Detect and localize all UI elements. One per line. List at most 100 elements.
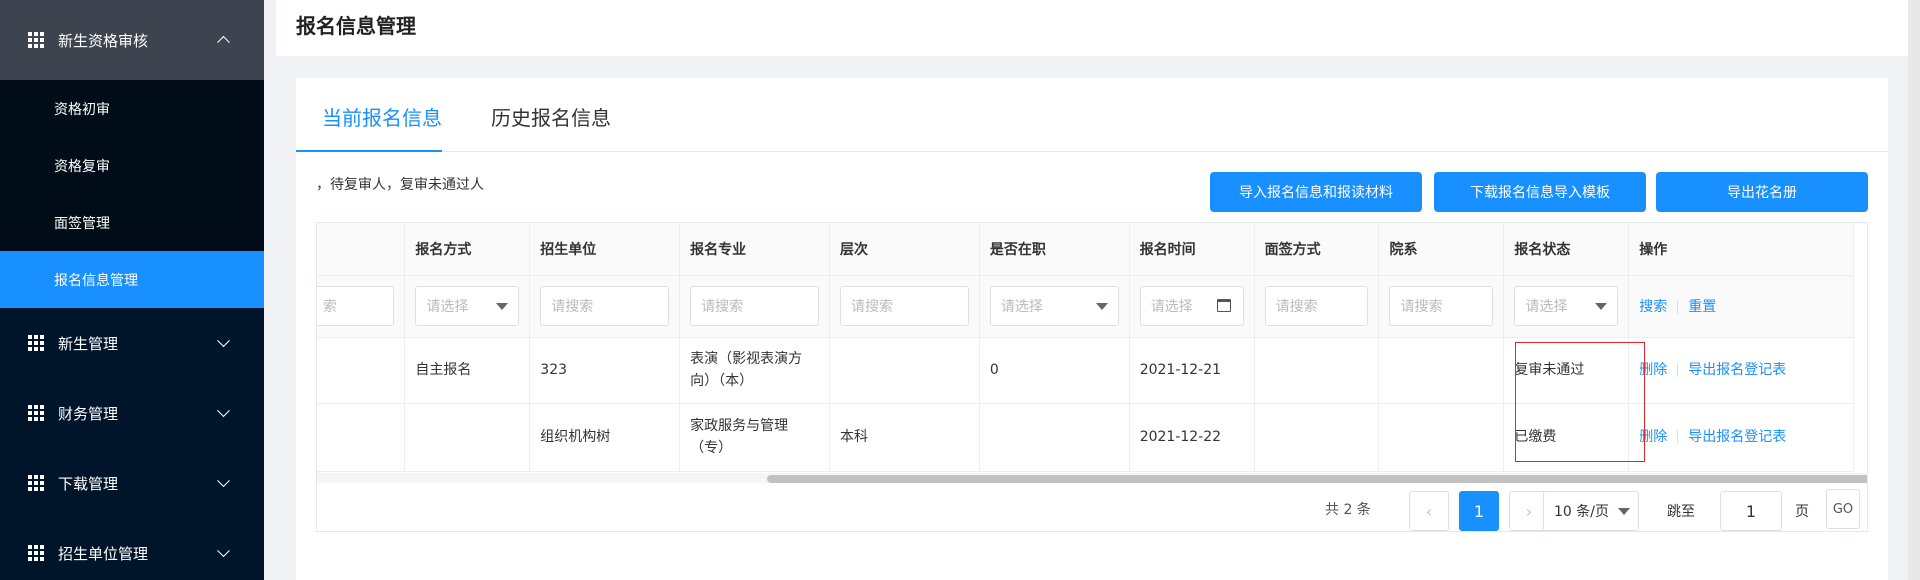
column-header-method: 报名方式 [404, 223, 531, 276]
method-cell [404, 403, 531, 472]
caret-down-icon [1595, 303, 1608, 310]
sidebar-item-label: 面签管理 [54, 215, 110, 232]
dept-cell [1378, 337, 1505, 404]
page-header: 报名信息管理 [276, 0, 1908, 56]
menu-group-label: 新生资格审核 [58, 31, 149, 50]
delete-link[interactable]: 删除 [1639, 362, 1667, 378]
filter-row: 索 请选择 请搜索 请搜索 请搜索 请选择 请选择 请搜索 请搜索 请选择 搜索… [317, 275, 1854, 338]
reset-link[interactable]: 重置 [1688, 299, 1716, 315]
download-template-button[interactable]: 下载报名信息导入模板 [1434, 172, 1646, 212]
prev-page-button[interactable]: ‹ [1409, 491, 1449, 531]
page-size-select[interactable]: 10 条/页 [1543, 491, 1639, 531]
major-cell: 表演（影视表演方向）（本） [679, 337, 830, 404]
table-row: 自主报名 323 表演（影视表演方向）（本） 0 2021-12-21 复审未通… [317, 337, 1854, 404]
sidebar: 新生资格审核 资格初审 资格复审 面签管理 报名信息管理 新生管理 财务管理 下… [0, 0, 264, 580]
unit-search-input[interactable]: 请搜索 [540, 286, 670, 326]
column-header-actions: 操作 [1628, 223, 1854, 276]
column-header-unit: 招生单位 [529, 223, 681, 276]
grid-icon [28, 545, 44, 561]
jump-label: 跳至 [1667, 504, 1695, 520]
sidebar-item-student-management[interactable]: 新生管理 [0, 308, 264, 378]
unit-cell: 组织机构树 [529, 403, 681, 472]
tab-active-indicator [296, 150, 442, 152]
major-search-input[interactable]: 请搜索 [690, 286, 819, 326]
grid-icon [28, 335, 44, 351]
jump-page-input[interactable]: 1 [1720, 491, 1782, 531]
interview-search-input[interactable]: 请搜索 [1264, 286, 1369, 326]
menu-group-new-student-review[interactable]: 新生资格审核 [0, 0, 264, 80]
export-roster-button[interactable]: 导出花名册 [1656, 172, 1868, 212]
select-placeholder: 请选择 [1525, 299, 1568, 315]
caret-down-icon [1618, 508, 1630, 515]
go-button[interactable]: GO [1826, 489, 1860, 529]
column-header-time: 报名时间 [1129, 223, 1255, 276]
column-header-dept: 院系 [1378, 223, 1505, 276]
chevron-down-icon [217, 334, 230, 348]
status-select[interactable]: 请选择 [1514, 286, 1619, 326]
column-header-major: 报名专业 [679, 223, 830, 276]
sidebar-item-registration-info[interactable]: 报名信息管理 [0, 251, 264, 308]
registration-table: 报名方式 招生单位 报名专业 层次 是否在职 报名时间 面签方式 院系 报名状态… [316, 222, 1868, 532]
chevron-down-icon [217, 544, 230, 558]
page-size-value: 10 条/页 [1554, 504, 1609, 520]
actions-cell: 删除 导出报名登记表 [1628, 403, 1854, 472]
horizontal-scrollbar[interactable] [317, 473, 1867, 483]
total-count: 共 2 条 [1325, 502, 1371, 518]
tab-current-registration[interactable]: 当前报名信息 [322, 102, 442, 131]
grid-icon [28, 32, 44, 48]
divider [1677, 300, 1679, 314]
export-form-link[interactable]: 导出报名登记表 [1688, 429, 1786, 445]
sidebar-item-label: 下载管理 [58, 474, 119, 493]
calendar-icon [1216, 299, 1231, 312]
sidebar-item-label: 财务管理 [58, 404, 119, 423]
sidebar-item-label: 资格复审 [54, 158, 110, 175]
level-cell [829, 337, 980, 404]
review-note: ，待复审人，复审未通过人 [316, 177, 484, 193]
pagination: 共 2 条 ‹ 1 › 10 条/页 跳至 1 页 GO [317, 483, 1867, 531]
level-cell: 本科 [829, 403, 980, 472]
employed-cell: 0 [979, 337, 1130, 404]
sidebar-item-interview[interactable]: 面签管理 [0, 194, 264, 251]
partial-search-input[interactable]: 索 [317, 286, 395, 326]
chevron-down-icon [217, 404, 230, 418]
level-search-input[interactable]: 请搜索 [840, 286, 969, 326]
time-cell: 2021-12-22 [1129, 403, 1255, 472]
sidebar-item-enrollment-unit[interactable]: 招生单位管理 [0, 518, 264, 580]
hidden-cell [317, 337, 406, 404]
page-1-button[interactable]: 1 [1459, 491, 1499, 531]
import-registration-button[interactable]: 导入报名信息和报读材料 [1210, 172, 1422, 212]
sidebar-item-download[interactable]: 下载管理 [0, 448, 264, 518]
tab-bar: 当前报名信息 历史报名信息 [296, 78, 1888, 152]
time-cell: 2021-12-21 [1129, 337, 1255, 404]
search-link[interactable]: 搜索 [1639, 299, 1667, 315]
sidebar-item-initial-review[interactable]: 资格初审 [0, 80, 264, 137]
date-placeholder: 请选择 [1150, 299, 1193, 315]
horizontal-scroll-thumb[interactable] [767, 475, 1867, 483]
sidebar-item-re-review[interactable]: 资格复审 [0, 137, 264, 194]
delete-link[interactable]: 删除 [1639, 429, 1667, 445]
actions-cell: 删除 导出报名登记表 [1628, 337, 1854, 404]
unit-cell: 323 [529, 337, 681, 404]
column-header-hidden [317, 223, 406, 276]
grid-icon [28, 405, 44, 421]
submenu: 资格初审 资格复审 面签管理 报名信息管理 [0, 80, 264, 308]
status-cell: 已缴费 [1503, 403, 1630, 472]
page-title: 报名信息管理 [296, 14, 416, 38]
interview-cell [1254, 337, 1380, 404]
sidebar-item-finance[interactable]: 财务管理 [0, 378, 264, 448]
dept-search-input[interactable]: 请搜索 [1389, 286, 1494, 326]
hidden-cell [317, 403, 406, 472]
sidebar-item-label: 新生管理 [58, 334, 119, 353]
tab-history-registration[interactable]: 历史报名信息 [491, 102, 611, 131]
grid-icon [28, 475, 44, 491]
divider [1677, 430, 1679, 444]
dept-cell [1378, 403, 1505, 472]
sidebar-item-label: 报名信息管理 [54, 272, 138, 289]
page-scrollbar[interactable] [1908, 0, 1920, 580]
select-placeholder: 请选择 [426, 299, 469, 315]
export-form-link[interactable]: 导出报名登记表 [1688, 362, 1786, 378]
caret-down-icon [496, 303, 509, 310]
method-select[interactable]: 请选择 [415, 286, 520, 326]
time-date-picker[interactable]: 请选择 [1139, 286, 1244, 326]
employed-select[interactable]: 请选择 [989, 286, 1119, 326]
